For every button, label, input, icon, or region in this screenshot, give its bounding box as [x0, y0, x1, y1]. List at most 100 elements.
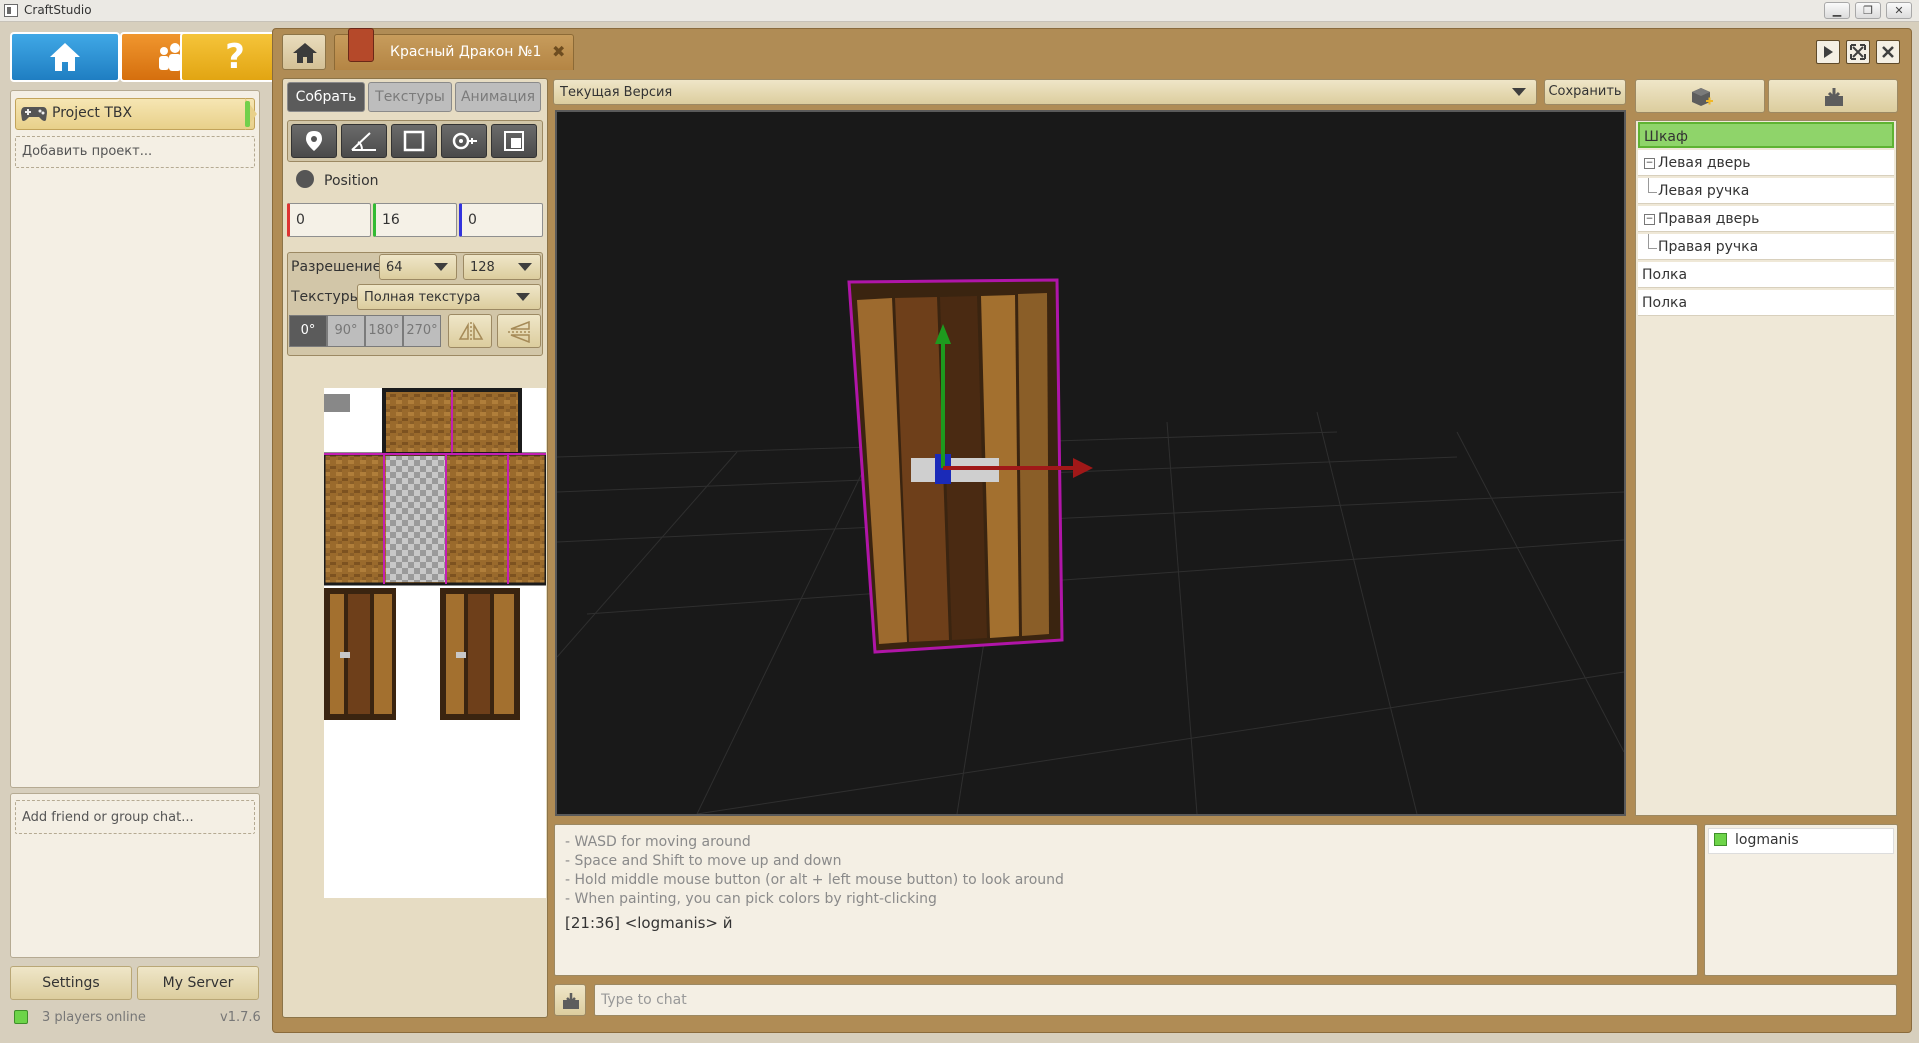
close-document-button[interactable] — [1876, 40, 1900, 64]
tip-line: - Space and Shift to move up and down — [565, 853, 842, 869]
texture-atlas-image — [322, 388, 548, 720]
add-block-button[interactable] — [1635, 79, 1765, 113]
window-titlebar — [0, 0, 1919, 22]
angle-tool-icon — [351, 132, 376, 151]
tree-connector — [1648, 178, 1657, 193]
project-status-indicator — [245, 101, 250, 127]
restore-button[interactable]: ❐ — [1855, 2, 1881, 19]
settings-button[interactable]: Settings — [10, 966, 132, 1000]
hierarchy-node[interactable]: Левая ручка — [1638, 178, 1894, 204]
hierarchy-node-label: Правая ручка — [1658, 239, 1759, 255]
hierarchy-node[interactable]: Полка — [1638, 290, 1894, 316]
scene-render — [556, 278, 1625, 815]
project-item[interactable] — [15, 98, 255, 130]
pivot-tool-icon — [452, 132, 477, 150]
scale-tool-button[interactable] — [491, 124, 537, 158]
texture-mode-select[interactable]: Полная текстура — [357, 284, 541, 310]
collapse-icon[interactable]: − — [1644, 158, 1655, 169]
home-tab[interactable] — [282, 34, 326, 70]
position-icon — [296, 170, 314, 188]
rotate-0-button[interactable]: 0° — [289, 315, 327, 347]
resolution-height-select[interactable]: 128 — [463, 254, 541, 280]
chat-input[interactable] — [594, 984, 1897, 1016]
resolution-height-value: 128 — [470, 260, 495, 275]
pivot-tool-button[interactable] — [441, 124, 487, 158]
tree-connector — [1648, 234, 1657, 249]
minimize-button[interactable]: ▁ — [1824, 2, 1850, 19]
project-label: Project TBX — [52, 105, 133, 121]
rotate-90-button[interactable]: 90° — [327, 315, 365, 347]
chat-send-button[interactable] — [554, 984, 586, 1016]
add-friend-label: Add friend or group chat... — [22, 810, 194, 825]
hierarchy-node[interactable]: − Левая дверь — [1638, 150, 1894, 176]
position-tool-icon — [306, 131, 322, 151]
position-x-field[interactable]: 0 — [287, 203, 371, 237]
close-icon — [1882, 46, 1894, 58]
resolution-label: Разрешение — [291, 259, 382, 275]
tab-assemble[interactable]: Собрать — [287, 82, 365, 112]
my-server-button[interactable]: My Server — [137, 966, 259, 1000]
flip-vertical-button[interactable] — [497, 314, 541, 348]
close-window-button[interactable]: ✕ — [1886, 2, 1912, 19]
resolution-width-select[interactable]: 64 — [379, 254, 457, 280]
hierarchy-node[interactable]: Шкаф — [1638, 122, 1894, 148]
hierarchy-node[interactable]: Правая ручка — [1638, 234, 1894, 260]
window-title: CraftStudio — [24, 3, 92, 17]
home-icon — [50, 43, 80, 71]
player-name: logmanis — [1735, 832, 1799, 848]
model-icon — [348, 28, 374, 62]
gamepad-icon — [21, 107, 47, 121]
rotate-270-button[interactable]: 270° — [403, 315, 441, 347]
collapse-icon[interactable]: − — [1644, 214, 1655, 225]
angle-tool-button[interactable] — [341, 124, 387, 158]
tab-textures[interactable]: Текстуры — [368, 82, 452, 112]
hierarchy-node-label: Полка — [1642, 267, 1688, 283]
app-version: v1.7.6 — [220, 1010, 261, 1025]
chat-message: [21:36] <logmanis> й — [565, 914, 733, 932]
online-status-icon — [14, 1010, 28, 1024]
play-icon — [1824, 46, 1833, 58]
position-z-field[interactable]: 0 — [459, 203, 543, 237]
home-icon — [293, 43, 317, 63]
document-tab-label: Красный Дракон №1 — [390, 44, 542, 60]
chevron-down-icon — [434, 263, 448, 271]
chevron-down-icon — [518, 263, 532, 271]
play-button[interactable] — [1816, 40, 1840, 64]
box-tool-button[interactable] — [391, 124, 437, 158]
tip-line: - Hold middle mouse button (or alt + lef… — [565, 872, 1064, 888]
flip-horizontal-button[interactable] — [448, 314, 492, 348]
save-button[interactable]: Сохранить — [1544, 79, 1626, 105]
chevron-down-icon — [516, 293, 530, 301]
add-project-label: Добавить проект... — [22, 144, 153, 159]
hierarchy-node[interactable]: Полка — [1638, 262, 1894, 288]
version-select[interactable]: Текущая Версия — [553, 79, 1537, 105]
hierarchy-node-label: Правая дверь — [1658, 211, 1760, 227]
texture-preview[interactable] — [322, 388, 548, 898]
flip-vertical-icon — [508, 321, 532, 343]
hierarchy-node-label: Левая ручка — [1658, 183, 1750, 199]
tip-line: - WASD for moving around — [565, 834, 751, 850]
scale-tool-icon — [504, 131, 524, 151]
close-tab-icon[interactable]: ✖ — [552, 42, 565, 61]
rotate-180-button[interactable]: 180° — [365, 315, 403, 347]
fullscreen-icon — [1850, 44, 1866, 60]
tip-line: - When painting, you can pick colors by … — [565, 891, 937, 907]
position-label: Position — [324, 173, 379, 189]
hierarchy-node[interactable]: − Правая дверь — [1638, 206, 1894, 232]
chevron-down-icon — [1512, 88, 1526, 96]
flip-horizontal-icon — [458, 322, 484, 342]
3d-viewport[interactable] — [555, 110, 1626, 816]
add-block-icon — [1692, 88, 1713, 106]
fullscreen-button[interactable] — [1846, 40, 1870, 64]
tab-animation[interactable]: Анимация — [455, 82, 541, 112]
hierarchy-node-label: Шкаф — [1644, 129, 1688, 145]
home-button[interactable] — [10, 32, 120, 82]
texture-mode-value: Полная текстура — [364, 290, 481, 305]
resolution-width-value: 64 — [386, 260, 403, 275]
position-tool-button[interactable] — [291, 124, 337, 158]
version-select-value: Текущая Версия — [560, 85, 673, 100]
box-tool-icon — [403, 130, 425, 152]
hierarchy-node-label: Левая дверь — [1658, 155, 1751, 171]
export-button[interactable] — [1768, 79, 1898, 113]
position-y-field[interactable]: 16 — [373, 203, 457, 237]
